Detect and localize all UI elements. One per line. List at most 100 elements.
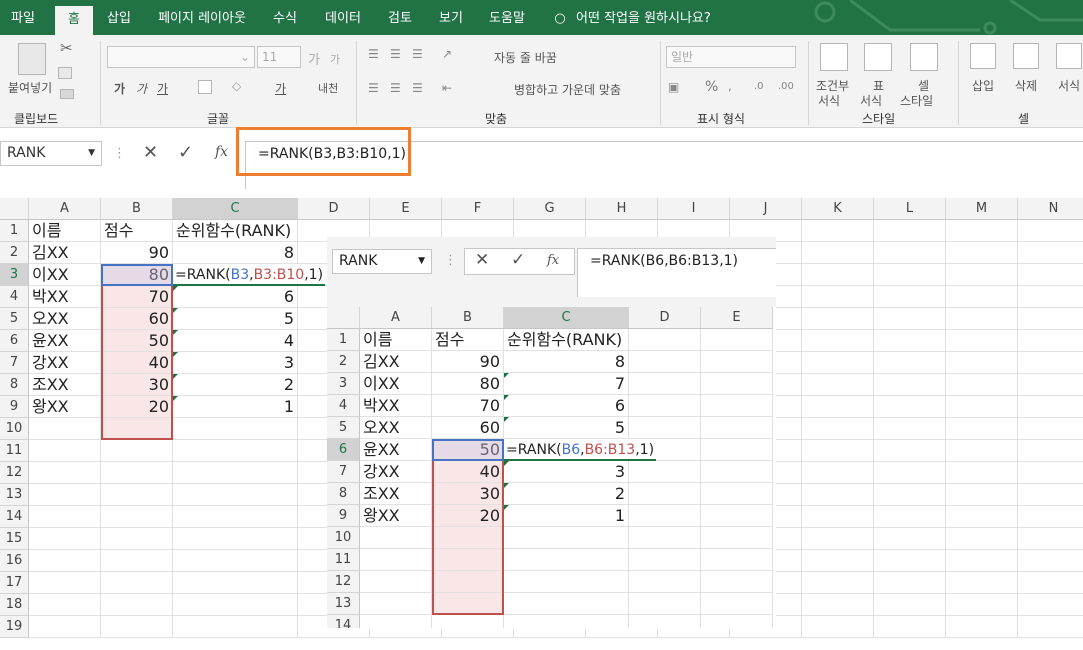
cell[interactable]	[946, 286, 1018, 308]
cell[interactable]	[1018, 286, 1083, 308]
percent-button[interactable]: %	[705, 79, 718, 95]
column-header[interactable]: E	[701, 307, 773, 329]
tab-formulas[interactable]: 수식	[265, 0, 305, 35]
cell[interactable]	[101, 550, 173, 572]
cell[interactable]	[1018, 264, 1083, 286]
cut-icon[interactable]: ✂	[60, 39, 73, 57]
cell[interactable]: 7	[504, 373, 629, 395]
cell[interactable]	[629, 395, 701, 417]
row-header[interactable]: 5	[327, 417, 360, 439]
cell[interactable]	[173, 440, 298, 462]
cell-styles-icon[interactable]	[910, 43, 938, 71]
format-cells-label[interactable]: 서식	[1058, 77, 1080, 94]
cell[interactable]: 김XX	[360, 351, 432, 373]
cell[interactable]	[874, 550, 946, 572]
row-header[interactable]: 3	[327, 373, 360, 395]
insert-function-icon[interactable]: fx	[215, 144, 228, 160]
cell[interactable]	[1018, 462, 1083, 484]
cell[interactable]	[1018, 616, 1083, 638]
cell[interactable]	[1018, 528, 1083, 550]
copy-icon[interactable]	[58, 67, 72, 79]
chevron-down-icon[interactable]: ▼	[418, 250, 425, 273]
row-header[interactable]: 7	[0, 352, 29, 374]
tab-insert[interactable]: 삽입	[100, 0, 138, 35]
align-top-icon[interactable]: ☰	[368, 47, 379, 61]
cell[interactable]	[946, 550, 1018, 572]
cell[interactable]	[802, 528, 874, 550]
fill-color-icon[interactable]: ◇	[232, 79, 241, 93]
row-header[interactable]: 3	[0, 264, 29, 286]
cell[interactable]	[701, 593, 773, 615]
cell-edit-c3[interactable]: =RANK(B3,B3:B10,1)	[173, 264, 326, 286]
cell[interactable]	[504, 593, 629, 615]
column-header[interactable]: F	[442, 198, 514, 220]
inset-formula-input[interactable]: =RANK(B6,B6:B13,1)	[577, 248, 776, 297]
cell[interactable]: 오XX	[29, 308, 101, 330]
cell[interactable]	[101, 440, 173, 462]
increase-decimal-icon[interactable]: .0	[754, 81, 764, 92]
cell[interactable]: 오XX	[360, 417, 432, 439]
cell[interactable]	[360, 571, 432, 593]
cell[interactable]	[701, 351, 773, 373]
font-shrink-button[interactable]: 가	[330, 51, 340, 67]
cell[interactable]: 2	[173, 374, 298, 396]
cell[interactable]: 6	[504, 395, 629, 417]
column-header[interactable]: E	[370, 198, 442, 220]
cell[interactable]	[701, 505, 773, 527]
delete-cells-icon[interactable]	[1013, 43, 1039, 69]
cell[interactable]	[802, 308, 874, 330]
row-header[interactable]: 5	[0, 308, 29, 330]
row-header[interactable]: 9	[327, 505, 360, 527]
cell[interactable]	[101, 572, 173, 594]
cell[interactable]	[29, 572, 101, 594]
format-as-table-label2[interactable]: 서식	[860, 92, 882, 109]
align-right-icon[interactable]: ☰	[412, 81, 423, 95]
column-header[interactable]: D	[629, 307, 701, 329]
cell[interactable]	[946, 484, 1018, 506]
align-middle-icon[interactable]: ☰	[390, 47, 401, 61]
cell[interactable]	[802, 220, 874, 242]
cell[interactable]	[802, 616, 874, 638]
cell[interactable]: 70	[432, 395, 504, 417]
phonetic-button[interactable]: 내천	[318, 80, 338, 96]
cell[interactable]	[701, 571, 773, 593]
cell[interactable]: 4	[173, 330, 298, 352]
font-color-button[interactable]: 가	[275, 80, 286, 97]
column-header[interactable]: B	[101, 198, 173, 220]
cell[interactable]: 80	[432, 373, 504, 395]
cell[interactable]	[701, 395, 773, 417]
cell[interactable]	[173, 418, 298, 440]
cell[interactable]: 90	[101, 242, 173, 264]
cell[interactable]	[874, 484, 946, 506]
cell[interactable]	[874, 506, 946, 528]
cell[interactable]	[29, 462, 101, 484]
row-header[interactable]: 13	[0, 484, 29, 506]
cell[interactable]	[802, 286, 874, 308]
conditional-formatting-icon[interactable]	[820, 43, 848, 71]
cell[interactable]	[360, 527, 432, 549]
cell[interactable]	[101, 462, 173, 484]
cell[interactable]: 5	[173, 308, 298, 330]
column-header[interactable]: D	[298, 198, 370, 220]
cell[interactable]	[629, 615, 701, 628]
row-header[interactable]: 14	[0, 506, 29, 528]
tab-page-layout[interactable]: 페이지 레이아웃	[148, 0, 256, 35]
cell[interactable]	[173, 528, 298, 550]
column-header[interactable]: B	[432, 307, 504, 329]
cell[interactable]	[946, 528, 1018, 550]
row-header[interactable]: 11	[327, 549, 360, 571]
cell[interactable]	[946, 308, 1018, 330]
cell[interactable]: 이름	[360, 329, 432, 351]
cell[interactable]	[101, 484, 173, 506]
column-header[interactable]: A	[360, 307, 432, 329]
column-header[interactable]: M	[946, 198, 1018, 220]
cell[interactable]	[173, 572, 298, 594]
row-header[interactable]: 4	[327, 395, 360, 417]
cell[interactable]	[1018, 330, 1083, 352]
tell-me-search[interactable]: 어떤 작업을 원하시나요?	[576, 0, 726, 35]
cell[interactable]: 강XX	[360, 461, 432, 483]
cell[interactable]	[701, 329, 773, 351]
currency-icon[interactable]: ▣	[668, 80, 679, 94]
cell[interactable]	[29, 528, 101, 550]
number-format-select[interactable]: 일반	[666, 46, 796, 68]
